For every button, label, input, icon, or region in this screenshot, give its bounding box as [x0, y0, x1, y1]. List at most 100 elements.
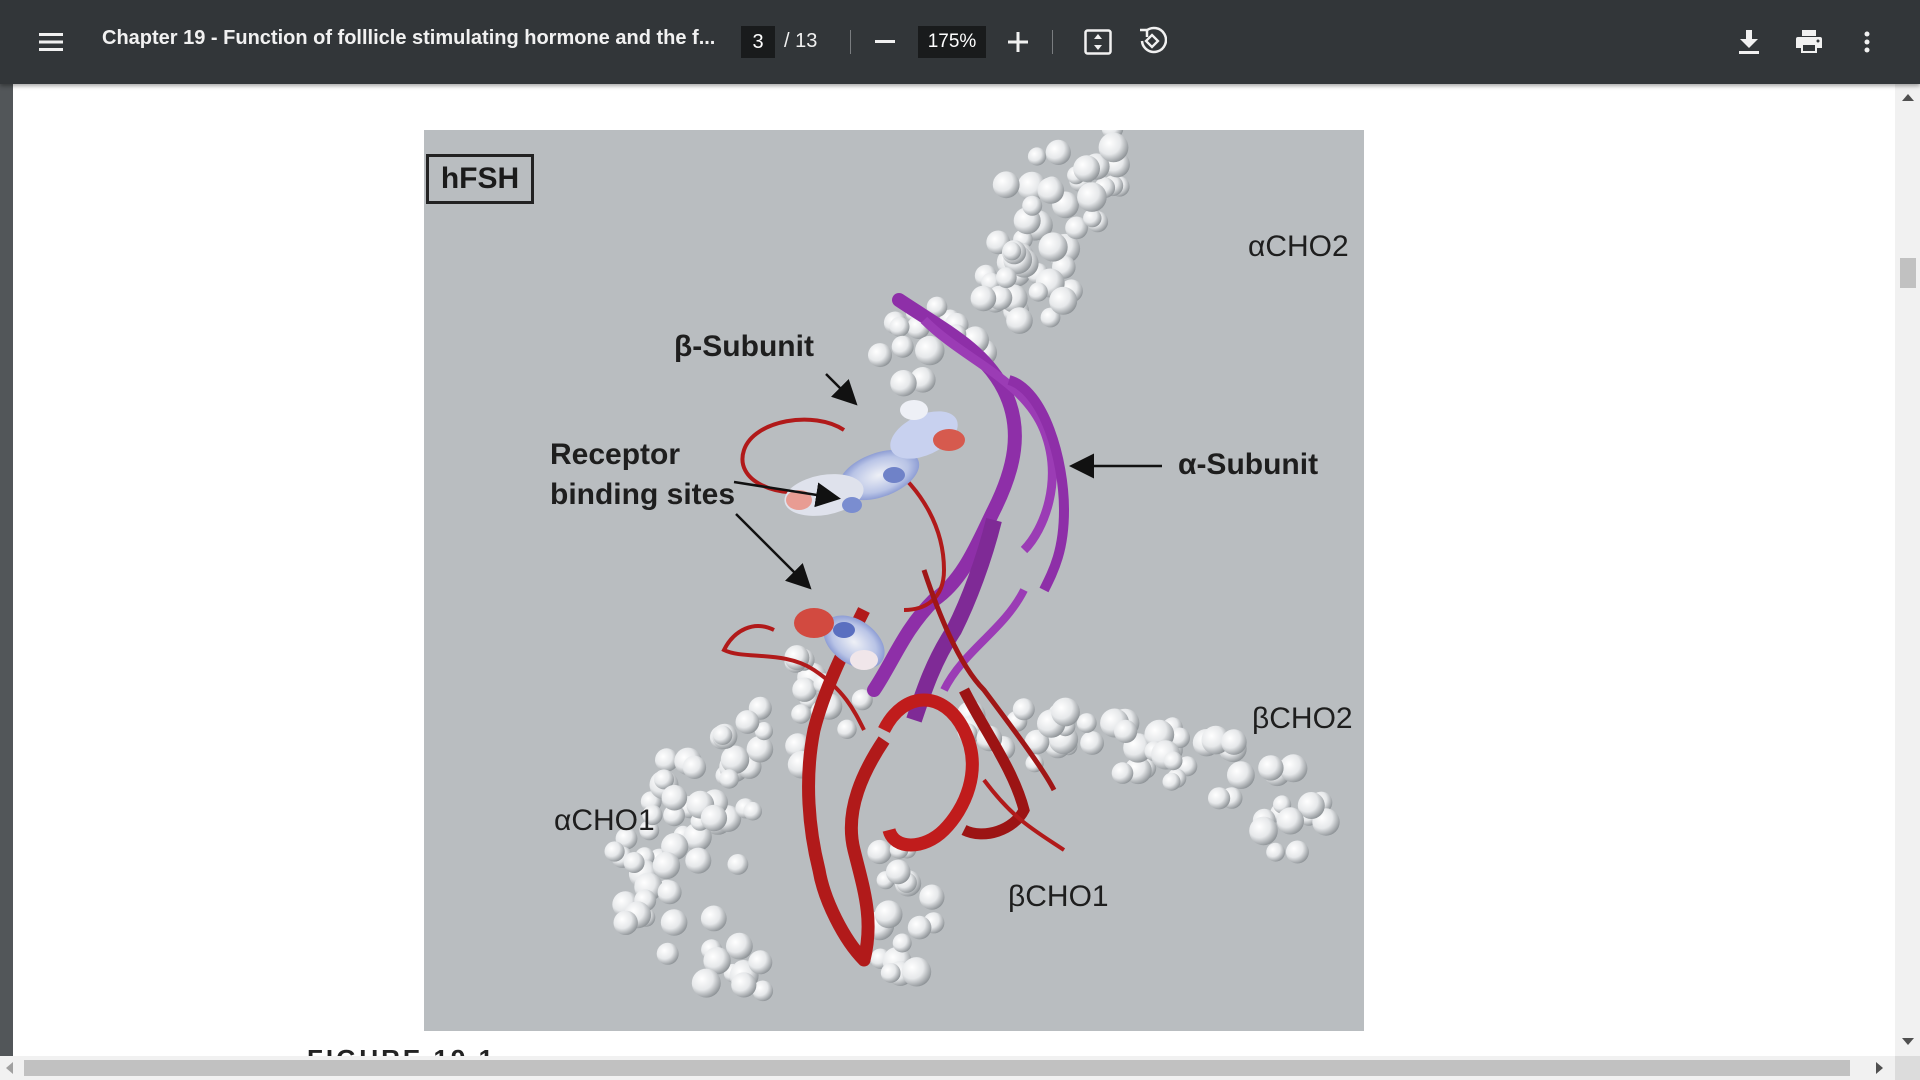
beta-subunit-label: β-Subunit	[674, 330, 814, 363]
carbohydrate-sphere	[868, 343, 892, 368]
carbohydrate-sphere	[919, 884, 945, 910]
carbohydrate-sphere	[995, 267, 1017, 288]
hamburger-menu-icon[interactable]	[34, 26, 68, 58]
carbohydrate-sphere	[1027, 147, 1047, 166]
zoom-level-input[interactable]: 175%	[918, 26, 986, 58]
horizontal-scroll-thumb[interactable]	[24, 1060, 1850, 1076]
print-icon[interactable]	[1792, 26, 1826, 58]
carbohydrate-sphere	[1006, 307, 1033, 334]
alpha-subunit-label: α-Subunit	[1178, 448, 1319, 481]
carbohydrate-sphere	[892, 933, 912, 953]
carbohydrate-sphere	[874, 900, 903, 929]
carbohydrate-sphere	[1114, 719, 1138, 744]
carbohydrate-sphere	[837, 719, 857, 739]
carbohydrate-sphere	[656, 942, 679, 965]
download-icon[interactable]	[1734, 26, 1764, 58]
carbohydrate-sphere	[1080, 731, 1104, 755]
carbohydrate-sphere	[727, 854, 749, 875]
carbohydrate-sphere	[1276, 807, 1304, 835]
carbohydrate-sphere	[712, 725, 733, 745]
figure-box-label: hFSH	[426, 154, 534, 204]
carbohydrate-sphere	[1076, 713, 1097, 733]
carbohydrate-sphere	[691, 968, 721, 998]
carbohydrate-sphere	[1038, 232, 1068, 262]
page-total: / 13	[784, 30, 818, 52]
toolbar-divider	[1052, 30, 1053, 54]
carbohydrate-sphere	[1221, 729, 1247, 755]
carbohydrate-sphere	[1285, 840, 1309, 864]
carbohydrate-sphere	[682, 755, 707, 779]
carbohydrate-sphere	[1258, 755, 1284, 781]
pdf-toolbar: Chapter 19 - Function of folllicle stimu…	[0, 0, 1920, 84]
carbohydrate-sphere	[1279, 754, 1308, 783]
carbohydrate-sphere	[890, 370, 917, 397]
carbohydrate-sphere	[746, 735, 774, 763]
vertical-scrollbar[interactable]	[1895, 84, 1920, 1056]
carbohydrate-sphere	[748, 950, 773, 975]
carbohydrate-sphere	[1208, 787, 1231, 810]
carbohydrate-sphere	[1037, 177, 1065, 204]
receptor-label-line1: Receptor	[550, 438, 681, 471]
carbohydrate-sphere	[992, 171, 1020, 199]
carbohydrate-sphere	[792, 677, 817, 702]
horizontal-scrollbar[interactable]	[0, 1056, 1895, 1080]
rotate-counterclockwise-icon[interactable]	[1135, 24, 1169, 58]
molecule-illustration	[604, 130, 1340, 1002]
scroll-right-arrow-icon[interactable]	[1876, 1062, 1883, 1074]
carbohydrate-sphere	[1022, 195, 1043, 216]
carbohydrate-sphere	[1098, 132, 1129, 163]
carbohydrate-sphere	[1051, 697, 1080, 727]
carbohydrate-sphere	[1049, 286, 1078, 315]
carbohydrate-sphere	[1077, 182, 1107, 212]
more-vertical-icon[interactable]	[1855, 26, 1879, 58]
scrollbar-corner	[1895, 1056, 1920, 1080]
carbohydrate-sphere	[719, 769, 739, 789]
scroll-down-arrow-icon[interactable]	[1902, 1038, 1914, 1045]
carbohydrate-sphere	[1266, 842, 1285, 862]
scroll-left-arrow-icon[interactable]	[6, 1062, 13, 1074]
carbohydrate-sphere	[685, 847, 712, 874]
carbohydrate-sphere	[1162, 772, 1181, 791]
carbohydrate-sphere	[1045, 139, 1071, 165]
carbohydrate-sphere	[623, 852, 645, 873]
pdf-page: hFSH αCHO2 β-Subunit Receptor binding si…	[13, 84, 1895, 1074]
hfsh-structure-figure: hFSH αCHO2 β-Subunit Receptor binding si…	[424, 130, 1364, 1031]
fit-to-page-icon[interactable]	[1081, 26, 1115, 58]
scroll-up-arrow-icon[interactable]	[1902, 94, 1914, 101]
carbohydrate-sphere	[889, 316, 910, 337]
minus-icon[interactable]	[870, 28, 900, 56]
plus-icon[interactable]	[1003, 28, 1033, 56]
carbohydrate-sphere	[1012, 698, 1035, 721]
carbohydrate-sphere	[700, 905, 727, 932]
alpha-cho1-label: αCHO1	[554, 804, 655, 837]
beta-cho2-label: βCHO2	[1252, 702, 1353, 735]
pdf-viewer[interactable]: hFSH αCHO2 β-Subunit Receptor binding si…	[0, 84, 1920, 1080]
carbohydrate-sphere	[1073, 155, 1100, 182]
carbohydrate-sphere	[604, 841, 625, 862]
carbohydrate-sphere	[901, 957, 932, 987]
carbohydrate-sphere	[791, 704, 811, 724]
carbohydrate-sphere	[970, 285, 997, 312]
carbohydrate-sphere	[1163, 751, 1183, 771]
vertical-scroll-thumb[interactable]	[1900, 258, 1916, 288]
carbohydrate-sphere	[1028, 282, 1048, 302]
document-title: Chapter 19 - Function of folllicle stimu…	[102, 27, 716, 49]
carbohydrate-sphere	[660, 909, 688, 936]
page-number-input[interactable]: 3	[741, 26, 775, 58]
carbohydrate-sphere	[880, 963, 901, 983]
carbohydrate-sphere	[613, 910, 638, 935]
beta-cho1-label: βCHO1	[1008, 880, 1109, 913]
carbohydrate-sphere	[661, 784, 688, 811]
carbohydrate-sphere	[867, 839, 892, 865]
alpha-cho2-label: αCHO2	[1248, 230, 1349, 263]
carbohydrate-sphere	[915, 335, 945, 366]
toolbar-divider	[850, 30, 851, 54]
carbohydrate-sphere	[743, 801, 762, 821]
carbohydrate-sphere	[720, 745, 750, 774]
carbohydrate-sphere	[1111, 762, 1134, 784]
carbohydrate-sphere	[1002, 242, 1022, 261]
carbohydrate-sphere	[652, 851, 681, 880]
carbohydrate-sphere	[657, 880, 682, 905]
carbohydrate-sphere	[891, 335, 914, 358]
carbohydrate-sphere	[726, 932, 753, 960]
